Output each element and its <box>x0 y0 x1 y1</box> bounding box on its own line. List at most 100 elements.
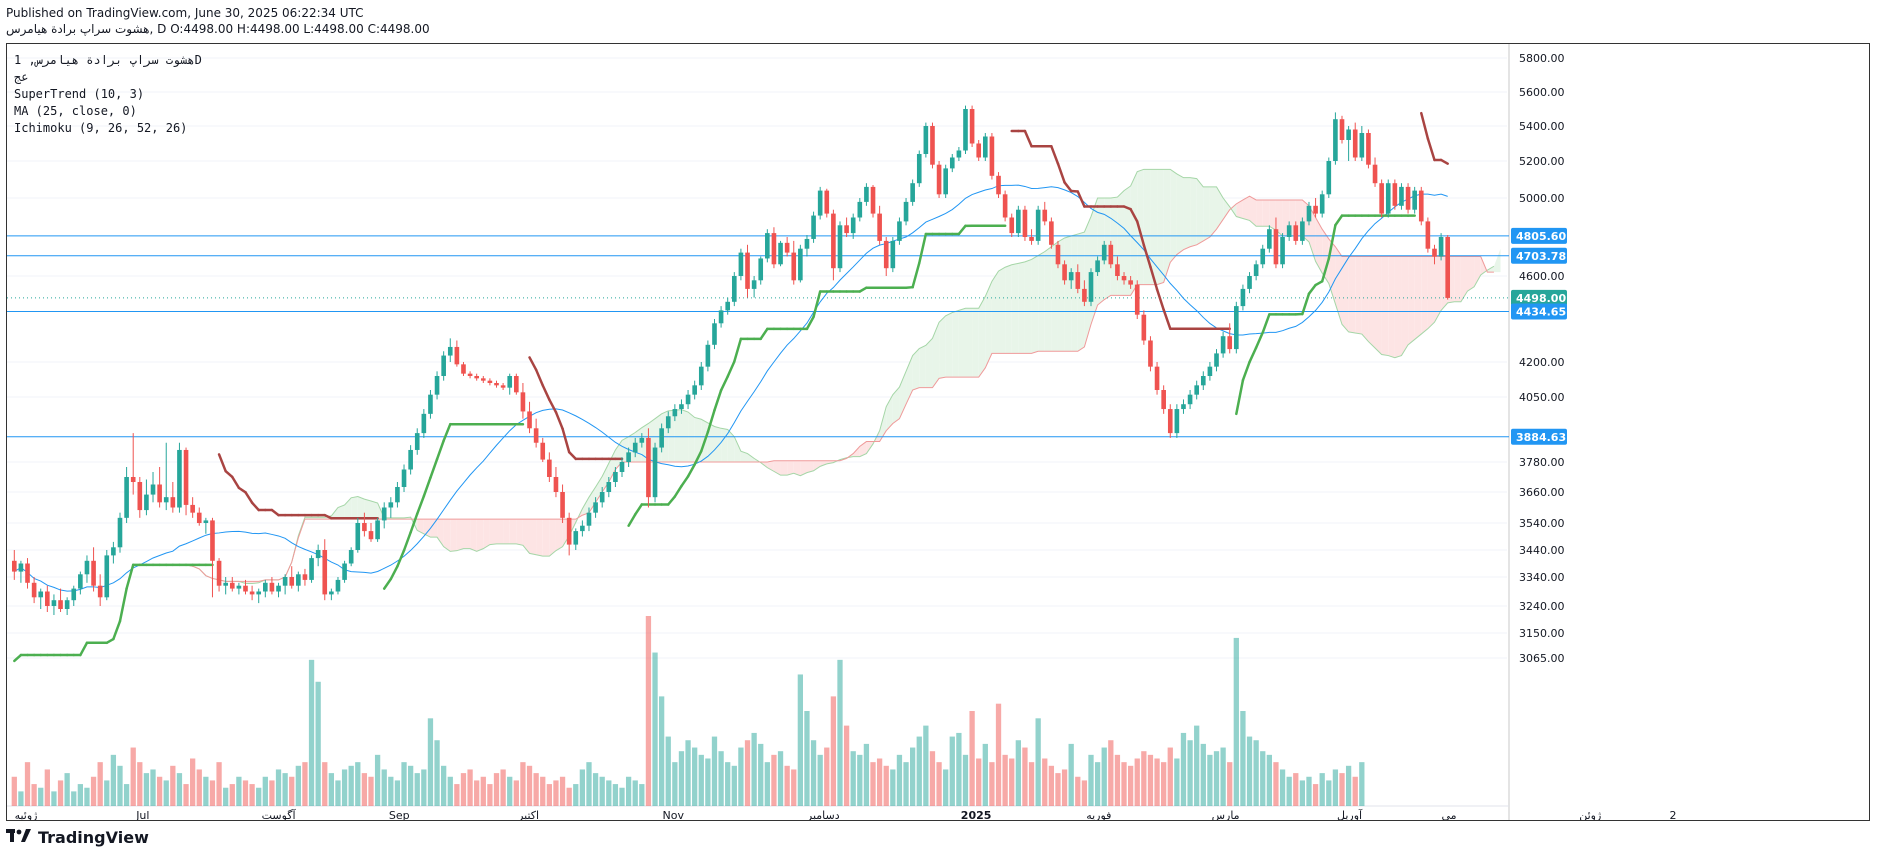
candle-body <box>381 507 387 521</box>
candle-body <box>1267 229 1272 249</box>
legend-indicator-ma[interactable]: MA (25, close, 0) <box>14 103 202 120</box>
volume-bar <box>223 787 229 806</box>
candle-body <box>289 577 295 586</box>
candle-body <box>64 600 70 609</box>
candle-body <box>1035 209 1041 241</box>
volume-bar <box>51 791 57 806</box>
candle-body <box>1161 390 1166 410</box>
candle-body <box>1220 336 1226 354</box>
chart-svg[interactable]: 5800.00 5600.00 5400.00 5200.00 5000.00 4600.… <box>7 44 1869 822</box>
candle-body <box>672 409 678 417</box>
volume-bar <box>341 769 348 806</box>
candle-body <box>1128 280 1133 285</box>
candle-body <box>78 574 83 589</box>
candle-body <box>639 437 645 443</box>
volume-bar <box>599 776 605 806</box>
legend-indicator-supertrend[interactable]: SuperTrend (10, 3) <box>14 86 202 103</box>
supertrend-segment <box>1241 360 1251 382</box>
price-badge-label: 3884.63 <box>1516 431 1566 444</box>
candle-body <box>1002 194 1008 218</box>
volume-bar <box>1213 751 1220 806</box>
cloud-segment <box>516 519 523 546</box>
volume-bar <box>559 776 566 806</box>
cloud-segment <box>892 387 900 424</box>
candle-body <box>963 109 968 151</box>
footer-brand[interactable]: TradingView <box>6 828 149 847</box>
candle-body <box>1418 190 1424 222</box>
volume-bar <box>1306 776 1312 806</box>
volume-bar <box>731 765 737 806</box>
volume-bar <box>427 718 434 806</box>
volume-bar <box>388 776 394 806</box>
volume-bar <box>97 762 103 806</box>
volume-bar <box>764 762 770 806</box>
volume-bar <box>117 765 123 806</box>
volume-bar <box>824 747 830 806</box>
volume-bar <box>507 776 513 806</box>
cloud-segment <box>1269 199 1276 231</box>
supertrend-segment <box>1023 129 1033 148</box>
candle-body <box>348 550 354 564</box>
candle-body <box>1187 394 1193 405</box>
volume-bar <box>256 787 262 806</box>
cloud-segment <box>1361 256 1369 342</box>
y-tick-label: 4050.00 <box>1519 391 1565 404</box>
candle-body <box>467 373 473 376</box>
cloud-segment <box>1130 171 1138 296</box>
volume-bar <box>751 732 757 806</box>
candle-body <box>1042 209 1048 222</box>
cloud-segment <box>1256 199 1263 227</box>
volume-bar <box>183 784 189 806</box>
candle-body <box>1154 366 1160 390</box>
candle-body <box>903 201 909 222</box>
supertrend-segment <box>415 494 426 516</box>
candle-body <box>850 217 856 234</box>
volume-bar <box>632 780 638 806</box>
candle-body <box>1068 272 1074 281</box>
candle-body <box>395 487 400 503</box>
supertrend-segment <box>561 427 571 454</box>
supertrend-segment <box>528 356 538 372</box>
candle-body <box>514 376 519 393</box>
supertrend-segment <box>1076 190 1086 208</box>
candle-body <box>665 416 671 429</box>
volume-bar <box>163 780 169 806</box>
candle-body <box>315 550 321 559</box>
volume-bar <box>203 776 209 806</box>
legend-indicator-ichimoku[interactable]: Ichimoku (9, 26, 52, 26) <box>14 120 202 137</box>
volume-bar <box>586 762 592 806</box>
volume-bar <box>1009 758 1015 806</box>
cloud-segment <box>965 308 973 378</box>
volume-bar <box>771 754 777 806</box>
y-tick-label: 5400.00 <box>1519 120 1565 133</box>
supertrend-segment <box>719 375 729 392</box>
candle-body <box>1181 404 1186 410</box>
volume-bar <box>64 773 70 806</box>
candle-body <box>1029 237 1034 241</box>
candle-body <box>38 591 44 598</box>
volume-bar <box>916 736 922 806</box>
supertrend-segment <box>231 475 241 490</box>
supertrend-line <box>13 111 1449 663</box>
volume-bar <box>57 780 64 806</box>
cloud-segment <box>1071 234 1078 352</box>
candle-body <box>936 164 942 195</box>
volume-bar <box>1220 747 1226 806</box>
volume-bar <box>110 754 117 806</box>
candle-body <box>1425 221 1431 249</box>
legend-symbol: هشوت سراپ برادة هیامرس, 1D <box>14 53 202 67</box>
candle-body <box>837 225 843 269</box>
volume-bar <box>394 780 401 806</box>
volume-bar <box>11 776 17 806</box>
volume-bar <box>804 711 810 806</box>
cloud-segment <box>925 338 933 388</box>
supertrend-segment <box>224 469 234 479</box>
cloud-segment <box>351 496 358 520</box>
cloud-segment <box>430 519 438 538</box>
volume-bar <box>976 758 982 806</box>
chart-frame[interactable]: 5800.00 5600.00 5400.00 5200.00 5000.00 4600.… <box>6 43 1870 822</box>
volume-bar <box>989 762 995 806</box>
cloud-segment <box>1375 256 1382 355</box>
volume-bar <box>962 754 969 806</box>
cloud-segment <box>1196 178 1204 245</box>
